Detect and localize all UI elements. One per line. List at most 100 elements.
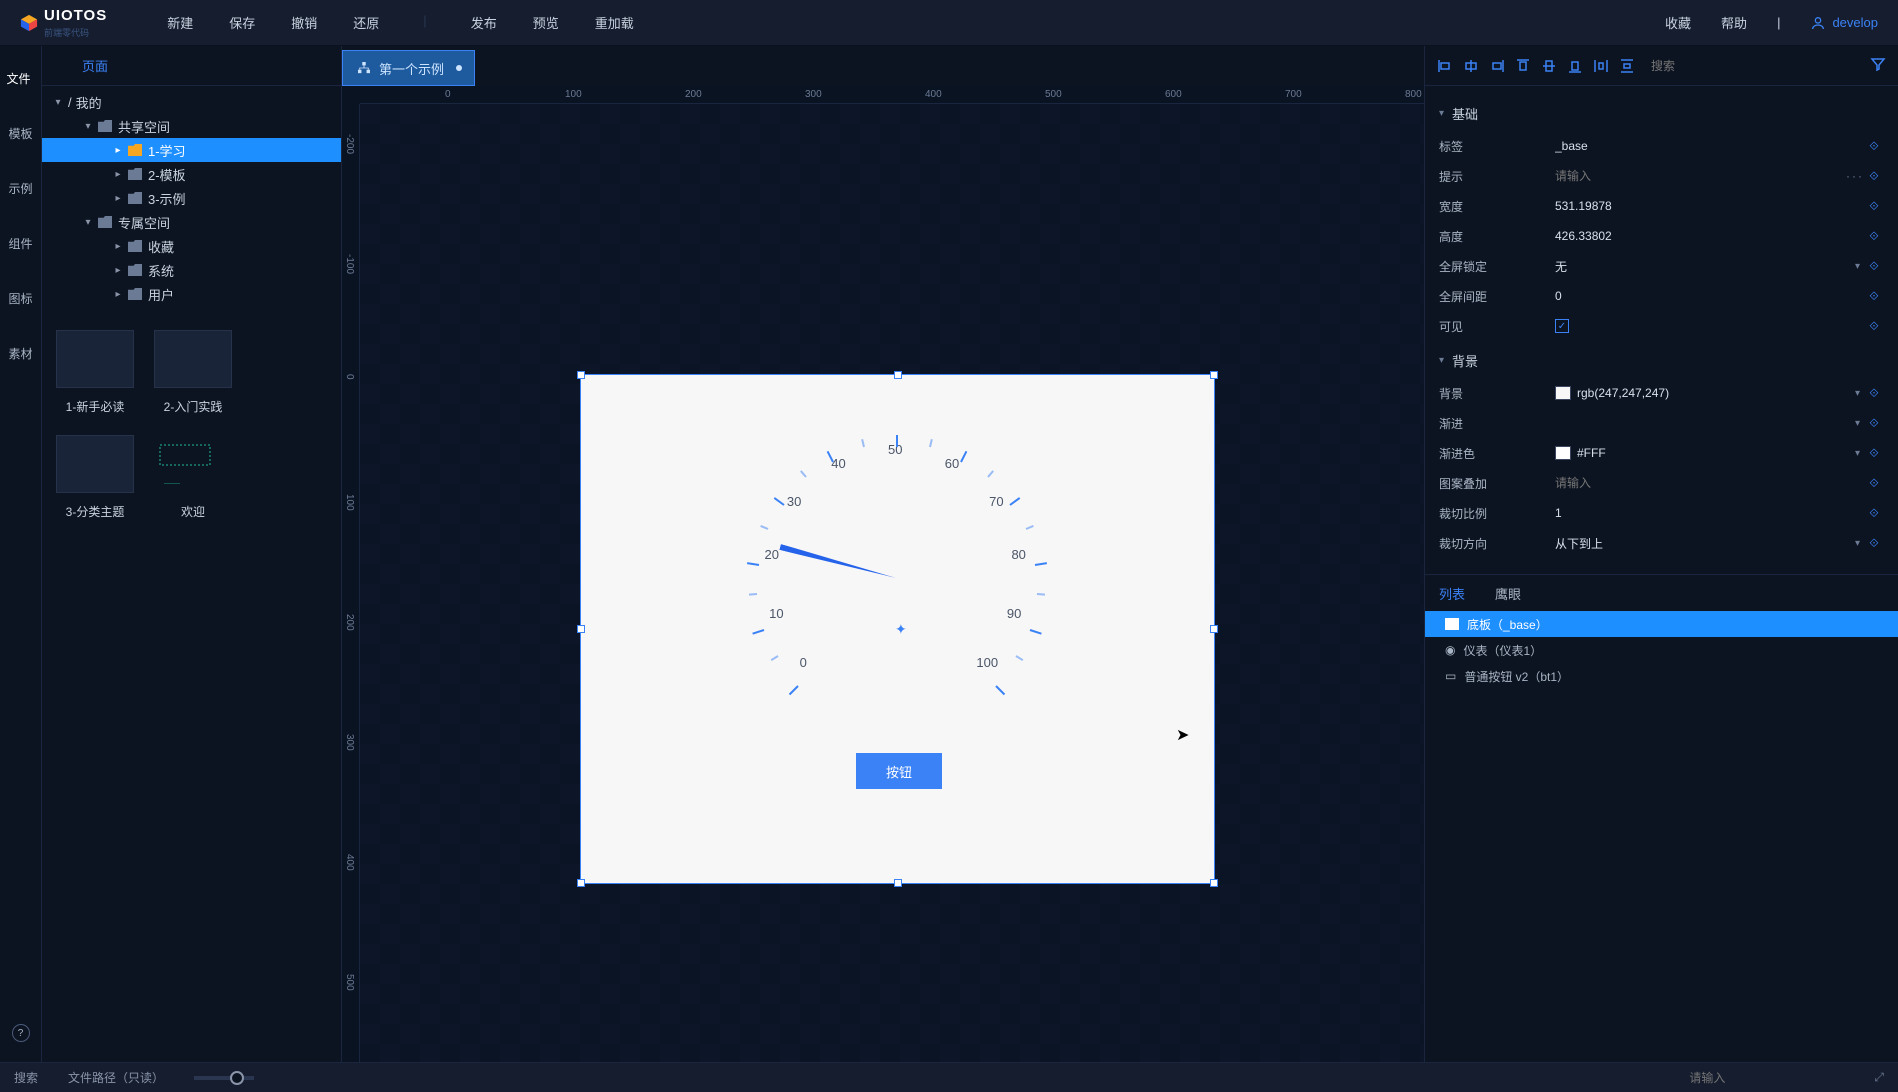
tree-item-user[interactable]: ▸用户 [42,282,341,306]
align-bottom-button[interactable] [1563,54,1587,78]
align-top-button[interactable] [1511,54,1535,78]
link-icon[interactable]: ⟐ [1864,229,1884,244]
align-center-h-button[interactable] [1459,54,1483,78]
thumb-item[interactable]: --------欢迎 [154,435,232,520]
link-icon[interactable]: ⟐ [1864,319,1884,334]
link-icon[interactable]: ⟐ [1864,446,1884,461]
tab-list[interactable]: 列表 [1439,584,1465,603]
align-right-button[interactable] [1485,54,1509,78]
menu-save[interactable]: 保存 [229,13,255,32]
bottom-search[interactable]: 搜索 [14,1069,38,1086]
tree-item-learn[interactable]: ▸1-学习 [42,138,341,162]
menu-help[interactable]: 帮助 [1721,13,1747,32]
menu-reload[interactable]: 重加载 [595,13,634,32]
tree-item-sys[interactable]: ▸系统 [42,258,341,282]
link-icon[interactable]: ⟐ [1864,536,1884,551]
link-icon[interactable]: ⟐ [1864,416,1884,431]
align-left-button[interactable] [1433,54,1457,78]
resize-handle[interactable] [1210,879,1218,887]
canvas-button[interactable]: 按钮 [856,753,942,789]
nav-template[interactable]: 模板 [4,121,36,146]
tree-item-fav[interactable]: ▸收藏 [42,234,341,258]
bg-color-select[interactable]: rgb(247,247,247)▾ [1555,386,1864,400]
gauge-widget[interactable]: 0102030405060708090100 [716,395,1076,655]
zoom-slider[interactable] [194,1076,254,1080]
tree-own[interactable]: ▾专属空间 [42,210,341,234]
user-menu[interactable]: develop [1810,15,1878,31]
menu-favorite[interactable]: 收藏 [1665,13,1691,32]
tree-shared[interactable]: ▾共享空间 [42,114,341,138]
section-background[interactable]: ▾背景 [1439,351,1884,370]
resize-handle[interactable] [577,625,585,633]
link-icon[interactable]: ⟐ [1864,169,1884,184]
tip-input[interactable] [1555,169,1846,183]
artboard[interactable]: 0102030405060708090100 ✦ 按钮 ➤ [580,374,1215,884]
canvas-tab[interactable]: 第一个示例 [342,50,475,86]
layer-button[interactable]: ▭普通按钮 v2（bt1） [1425,663,1898,689]
resize-handle[interactable] [894,371,902,379]
link-icon[interactable]: ⟐ [1864,386,1884,401]
menu-undo[interactable]: 撤销 [291,13,317,32]
menu-new[interactable]: 新建 [167,13,193,32]
height-input[interactable] [1555,229,1864,243]
link-icon[interactable]: ⟐ [1864,476,1884,491]
nav-help-icon[interactable]: ? [12,1024,30,1042]
resize-handle[interactable] [1210,371,1218,379]
filter-icon[interactable] [1870,56,1890,75]
lock-select[interactable]: 无▾ [1555,258,1864,275]
gradient-select[interactable]: ▾ [1555,418,1864,429]
thumb-item[interactable]: 3-分类主题 [56,435,134,520]
canvas-stage[interactable]: 0102030405060708090100 ✦ 按钮 ➤ [360,104,1424,1062]
align-center-v-button[interactable] [1537,54,1561,78]
resize-handle[interactable] [577,371,585,379]
slider-knob[interactable] [230,1071,244,1085]
tree-tab-page[interactable]: 页面 [82,56,108,75]
distribute-h-button[interactable] [1589,54,1613,78]
layer-gauge[interactable]: ◉仪表（仪表1） [1425,637,1898,663]
layer-base[interactable]: 底板（_base） [1425,611,1898,637]
tab-eagle[interactable]: 鹰眼 [1495,584,1521,603]
tree-item-template[interactable]: ▸2-模板 [42,162,341,186]
nav-asset[interactable]: 素材 [4,341,36,366]
nav-example[interactable]: 示例 [4,176,36,201]
link-icon[interactable]: ⟐ [1864,506,1884,521]
overlay-input[interactable] [1555,476,1864,490]
link-icon[interactable]: ⟐ [1864,199,1884,214]
tree-item-example[interactable]: ▸3-示例 [42,186,341,210]
thumb-item[interactable]: 1-新手必读 [56,330,134,415]
tree-root[interactable]: ▾/我的 [42,90,341,114]
thumb-item[interactable]: 2-入门实践 [154,330,232,415]
crop-input[interactable] [1555,506,1864,520]
nav-component[interactable]: 组件 [4,231,36,256]
resize-handle[interactable] [894,879,902,887]
gradient-color-select[interactable]: #FFF▾ [1555,446,1864,460]
gap-input[interactable] [1555,289,1864,303]
property-search-input[interactable] [1651,59,1868,73]
more-icon[interactable]: ··· [1846,169,1864,183]
link-icon[interactable]: ⟐ [1864,289,1884,304]
chevron-down-icon: ▾ [52,97,64,108]
menu-redo[interactable]: 还原 [353,13,379,32]
bottom-input[interactable] [1689,1071,1844,1085]
chevron-right-icon: ▸ [112,169,124,180]
resize-handle[interactable] [1210,625,1218,633]
ruler-horizontal[interactable]: 0100200300400500600700800 [360,86,1424,104]
gauge-number: 30 [787,494,801,509]
distribute-v-button[interactable] [1615,54,1639,78]
link-icon[interactable]: ⟐ [1864,259,1884,274]
nav-icon[interactable]: 图标 [4,286,36,311]
crop-dir-select[interactable]: 从下到上▾ [1555,535,1864,552]
nav-file[interactable]: 文件 [0,66,35,91]
resize-handle[interactable] [577,879,585,887]
visible-checkbox[interactable]: ✓ [1555,319,1569,333]
logo[interactable]: UIOTOS 前端零代码 [20,7,107,39]
label-input[interactable] [1555,139,1864,153]
property-search [1651,59,1868,73]
link-icon[interactable]: ⟐ [1864,139,1884,154]
ruler-vertical[interactable]: -200-1000100200300400500 [342,104,360,1062]
expand-icon[interactable]: ⤢ [1874,1070,1884,1085]
section-base[interactable]: ▾基础 [1439,104,1884,123]
menu-preview[interactable]: 预览 [533,13,559,32]
width-input[interactable] [1555,199,1864,213]
menu-publish[interactable]: 发布 [471,13,497,32]
